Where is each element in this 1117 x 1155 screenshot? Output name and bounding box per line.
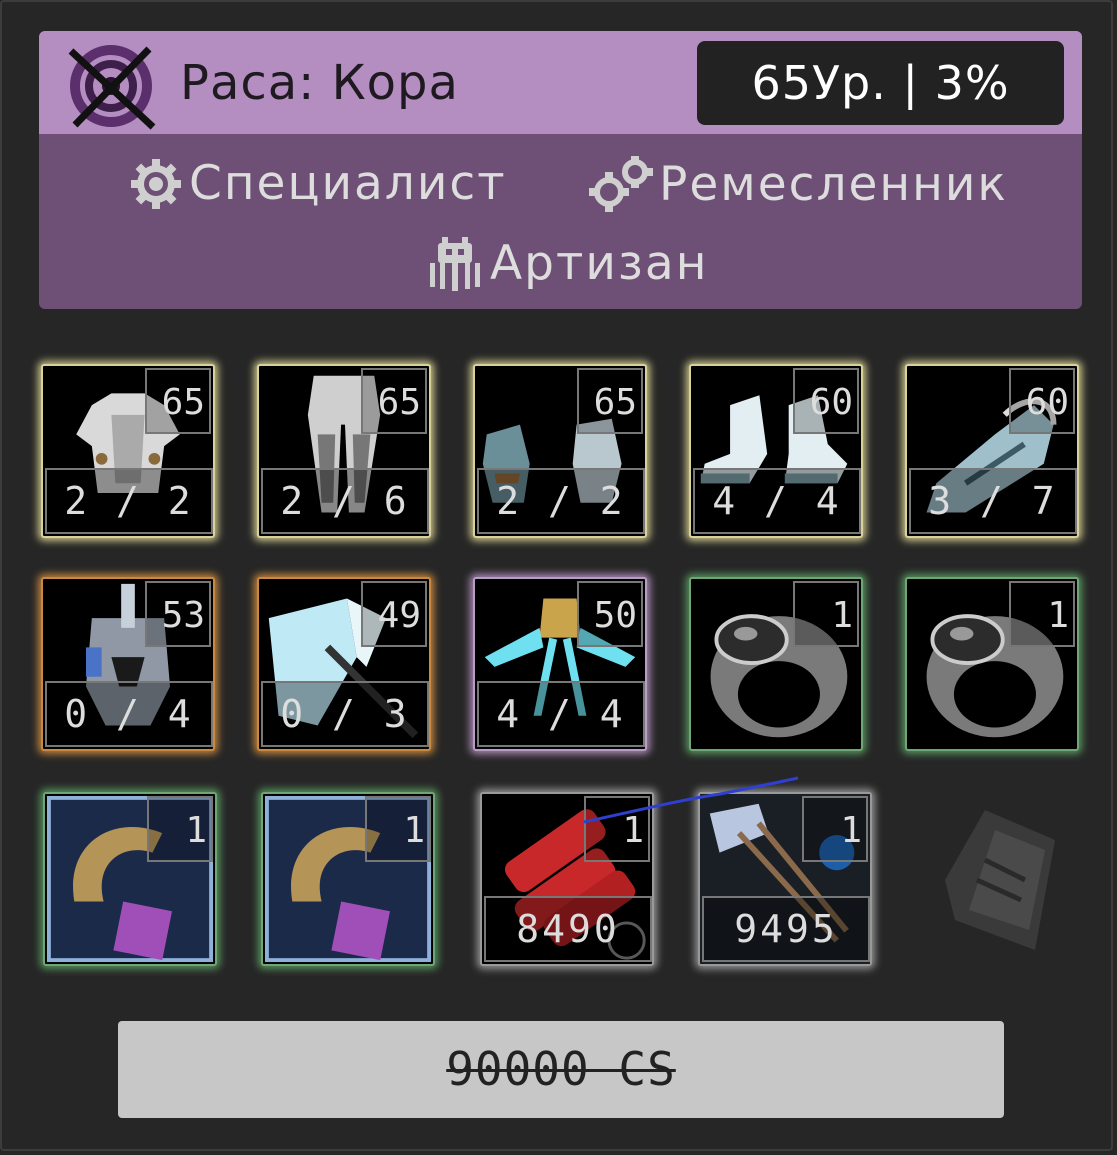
- item-level: 50: [577, 581, 643, 647]
- class-artisan-label: Артизан: [490, 236, 709, 291]
- item-slot-chest[interactable]: 65 2 / 2: [41, 364, 215, 538]
- item-slot-ring-1[interactable]: 1: [689, 577, 863, 751]
- item-level: 1: [793, 581, 859, 647]
- item-count: 2 / 2: [45, 468, 213, 534]
- item-slot-ring-2[interactable]: 1: [905, 577, 1079, 751]
- level-progress: 65Ур. | 3%: [697, 41, 1064, 125]
- item-count: 8490: [484, 896, 652, 962]
- item-count: 2 / 6: [261, 468, 429, 534]
- bracer-slot-icon: [945, 810, 1055, 950]
- item-slot-earring-1[interactable]: 1: [43, 792, 217, 966]
- class-specialist-label: Специалист: [189, 156, 507, 211]
- class-specialist: Специалист: [129, 156, 507, 211]
- class-artisan: Артизан: [426, 236, 708, 291]
- item-level: 65: [145, 368, 211, 434]
- item-count: 9495: [702, 896, 870, 962]
- item-slot-earring-2[interactable]: 1: [261, 792, 435, 966]
- item-count: 0 / 4: [45, 681, 213, 747]
- item-level: 49: [361, 581, 427, 647]
- item-level: 65: [361, 368, 427, 434]
- item-slot-weapon[interactable]: 49 0 / 3: [257, 577, 431, 751]
- item-slot-wings[interactable]: 50 4 / 4: [473, 577, 647, 751]
- item-level: 65: [577, 368, 643, 434]
- crafting-gears-icon: [589, 156, 653, 212]
- artisan-icon: [430, 236, 480, 291]
- item-slot-boots[interactable]: 60 4 / 4: [689, 364, 863, 538]
- class-craftsman: Ремесленник: [589, 156, 1008, 212]
- race-emblem-icon: [68, 45, 156, 130]
- item-level: 60: [793, 368, 859, 434]
- item-slot-gloves[interactable]: 65 2 / 2: [473, 364, 647, 538]
- item-level: 60: [1009, 368, 1075, 434]
- item-level: 1: [147, 796, 213, 862]
- item-level: 1: [365, 796, 431, 862]
- item-slot-legs[interactable]: 65 2 / 6: [257, 364, 431, 538]
- item-level: 1: [1009, 581, 1075, 647]
- annotation-stroke: [583, 776, 799, 824]
- price-label: 90000 CS: [446, 1042, 676, 1096]
- class-craftsman-label: Ремесленник: [659, 156, 1008, 212]
- race-bar: Раса: Кора 65Ур. | 3%: [39, 31, 1082, 134]
- item-count: 0 / 3: [261, 681, 429, 747]
- item-level: 1: [802, 796, 868, 862]
- item-count: 4 / 4: [477, 681, 645, 747]
- item-level: 53: [145, 581, 211, 647]
- race-label: Раса: Кора: [180, 55, 459, 111]
- item-count: 3 / 7: [909, 468, 1077, 534]
- price-button[interactable]: 90000 CS: [118, 1021, 1004, 1118]
- item-count: 2 / 2: [477, 468, 645, 534]
- item-slot-helmet[interactable]: 53 0 / 4: [41, 577, 215, 751]
- character-header: Раса: Кора 65Ур. | 3% Специалист Ремесле…: [39, 31, 1082, 309]
- item-slot-boots-2[interactable]: 60 3 / 7: [905, 364, 1079, 538]
- gear-icon: [131, 158, 181, 209]
- item-count: 4 / 4: [693, 468, 861, 534]
